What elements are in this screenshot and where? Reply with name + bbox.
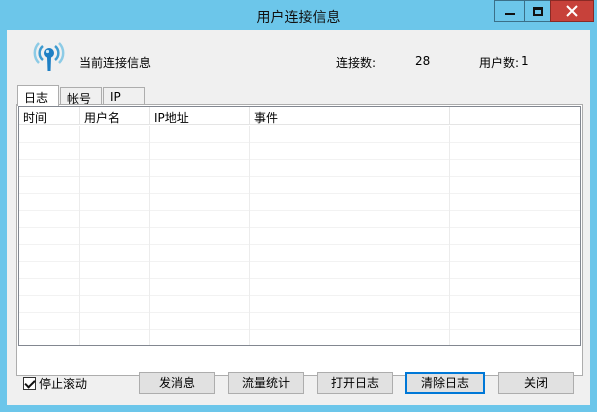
title-bar[interactable]: 用户连接信息 <box>0 0 597 30</box>
tab-account[interactable]: 帐号 <box>60 87 102 106</box>
open-log-button[interactable]: 打开日志 <box>317 372 393 394</box>
log-tab-panel: 时间 用户名 IP地址 事件 <box>16 104 583 376</box>
tab-ip[interactable]: IP <box>103 87 145 105</box>
dialog-footer: 停止滚动 发消息 流量统计 打开日志 清除日志 关闭 <box>7 372 590 402</box>
traffic-stats-button[interactable]: 流量统计 <box>228 372 304 394</box>
user-connection-window: 用户连接信息 当前连接信息 连接数: 28 用户数: 1 日志 帐号 IP 时间… <box>0 0 597 412</box>
log-list-body[interactable] <box>19 126 580 345</box>
log-list-header: 时间 用户名 IP地址 事件 <box>19 107 580 125</box>
minimize-button[interactable] <box>494 0 524 22</box>
dialog-client-area: 当前连接信息 连接数: 28 用户数: 1 日志 帐号 IP 时间 用户名 IP… <box>7 30 590 405</box>
maximize-button[interactable] <box>524 0 550 22</box>
close-icon <box>566 5 578 17</box>
column-header-filler <box>450 107 580 125</box>
minimize-icon <box>504 13 515 15</box>
log-list[interactable]: 时间 用户名 IP地址 事件 <box>18 106 581 346</box>
user-count-value: 1 <box>521 54 529 68</box>
connection-summary: 当前连接信息 连接数: 28 用户数: 1 <box>7 30 590 82</box>
clear-log-button[interactable]: 清除日志 <box>405 372 485 394</box>
column-header-time[interactable]: 时间 <box>19 107 80 125</box>
send-message-button[interactable]: 发消息 <box>139 372 215 394</box>
tab-log[interactable]: 日志 <box>17 85 59 106</box>
column-header-username[interactable]: 用户名 <box>80 107 150 125</box>
column-header-event[interactable]: 事件 <box>250 107 450 125</box>
user-count-label: 用户数: <box>479 56 520 70</box>
signal-broadcast-icon <box>33 42 65 71</box>
close-window-button[interactable] <box>550 0 594 22</box>
checkbox-checked-icon[interactable] <box>23 377 36 390</box>
stop-scroll-label: 停止滚动 <box>39 377 88 391</box>
connection-count-label: 连接数: <box>336 56 377 70</box>
stop-scroll-checkbox[interactable]: 停止滚动 <box>23 375 87 392</box>
column-header-ip-address[interactable]: IP地址 <box>150 107 250 125</box>
connection-count-value: 28 <box>415 54 431 68</box>
maximize-icon <box>532 6 543 16</box>
current-connection-label: 当前连接信息 <box>79 56 152 70</box>
close-button[interactable]: 关闭 <box>498 372 574 394</box>
